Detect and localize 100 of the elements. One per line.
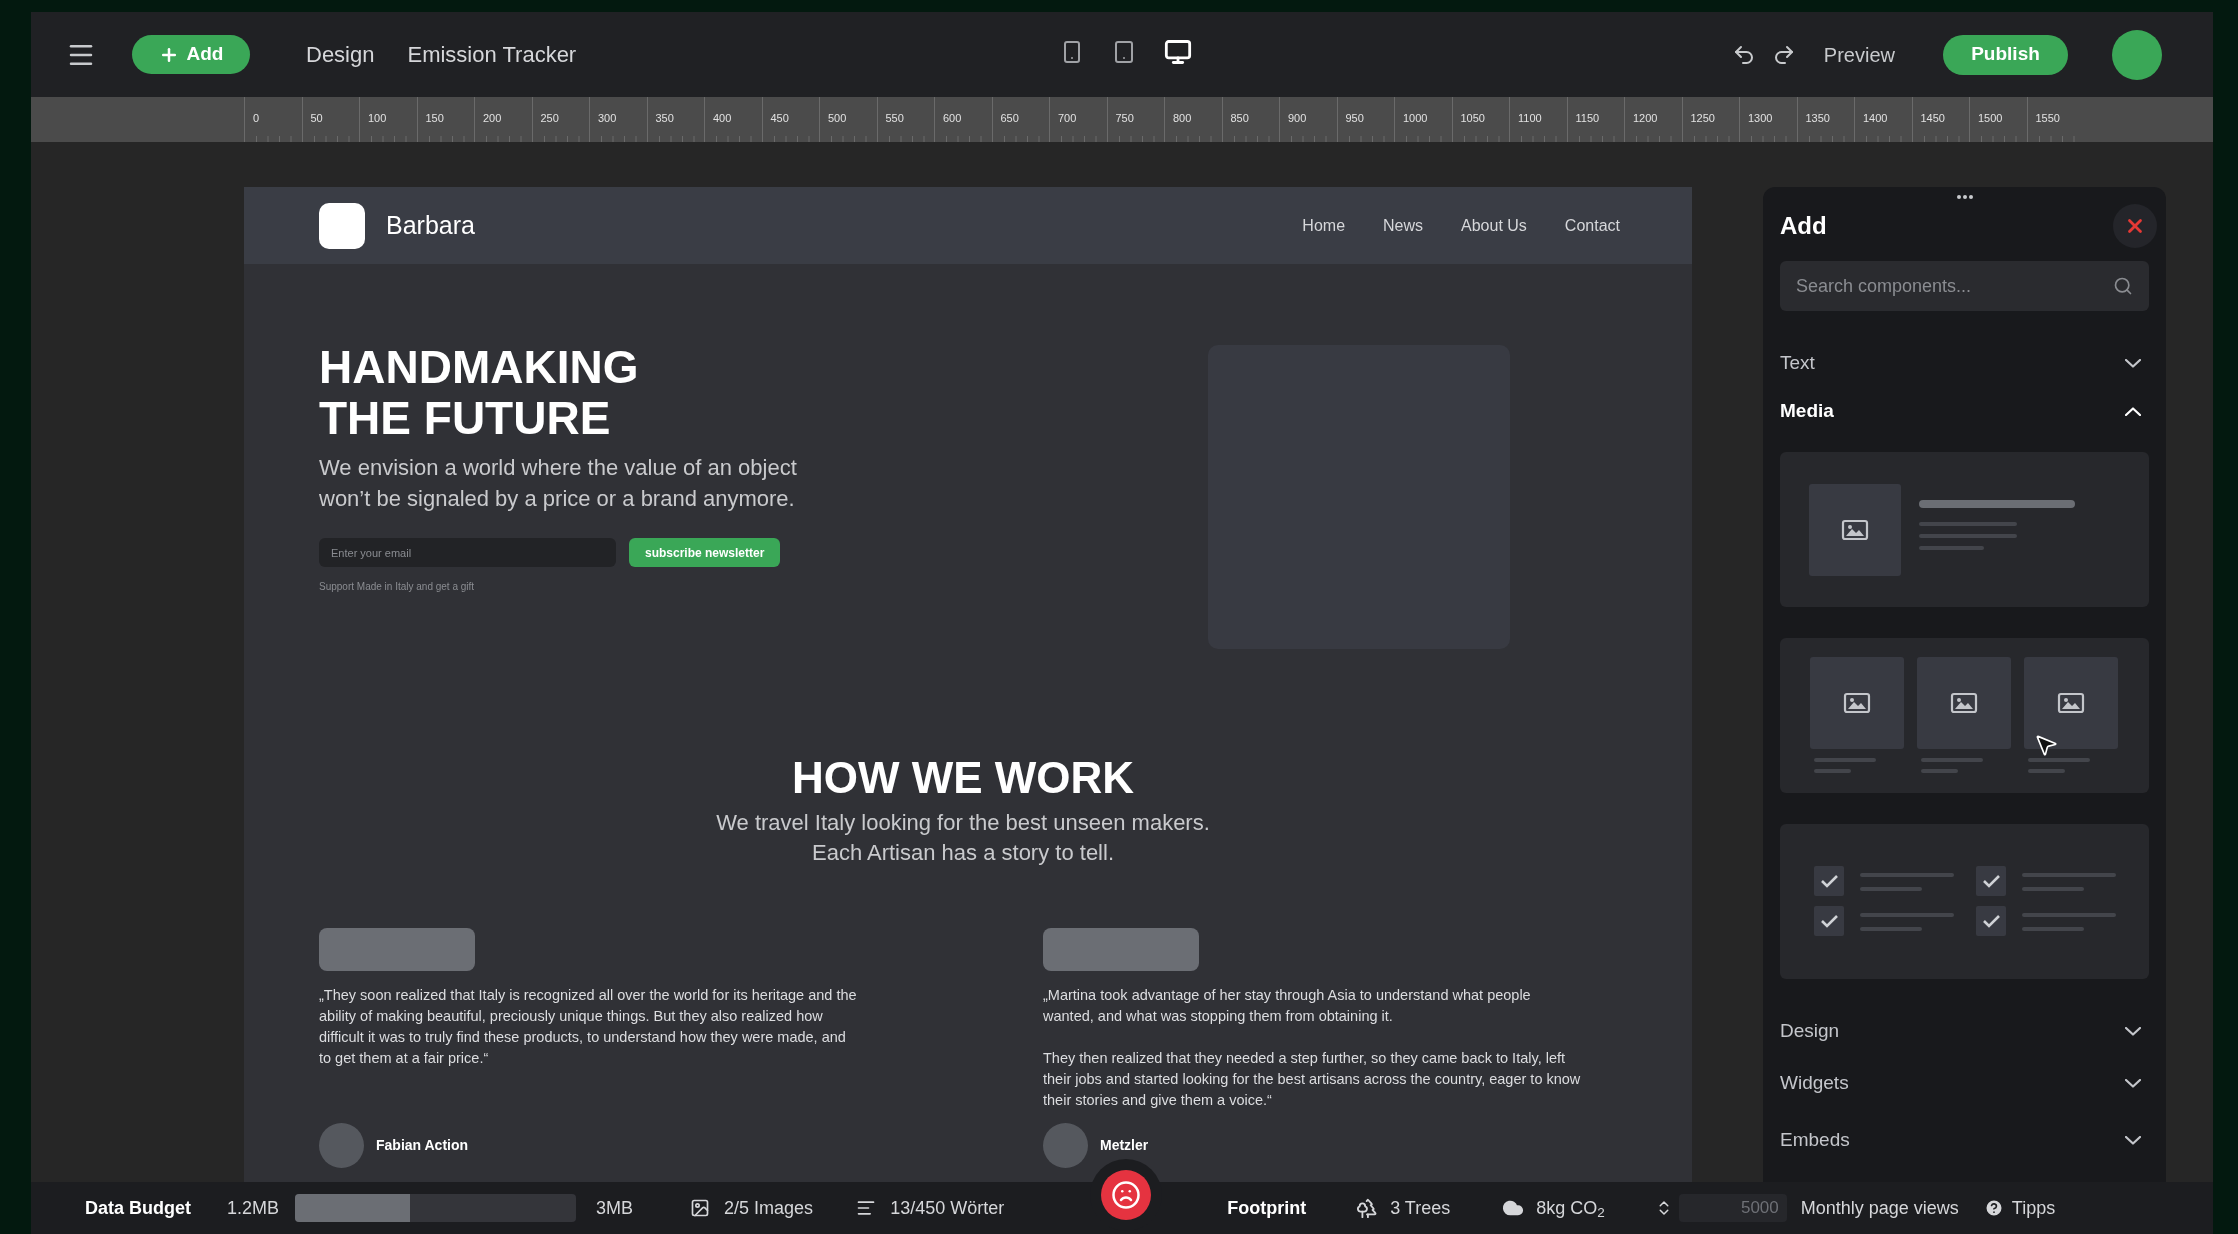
ruler-label: 900 <box>1288 111 1307 126</box>
chevron-down-icon <box>2125 1136 2141 1145</box>
brand-name: Barbara <box>386 209 475 241</box>
ruler-label: 750 <box>1115 111 1134 126</box>
ruler-label: 1250 <box>1690 111 1715 126</box>
section-subtitle: We travel Italy looking for the best unseen makers. Each Artisan has a story to tell. <box>716 809 1210 867</box>
budget-used: 1.2MB <box>227 1196 280 1220</box>
ruler-label: 800 <box>1173 111 1192 126</box>
ruler-label: 300 <box>598 111 617 126</box>
ruler-label: 550 <box>885 111 904 126</box>
trees-icon <box>1356 1197 1379 1219</box>
ruler-label: 1500 <box>1978 111 2003 126</box>
ruler-label: 500 <box>828 111 847 126</box>
ruler-ticks-drawing <box>2038 136 2075 142</box>
search-field[interactable]: Search components... <box>1780 261 2149 311</box>
ruler-label: 1050 <box>1460 111 1485 126</box>
sad-face-button[interactable] <box>1101 1170 1151 1220</box>
ruler-ticks-drawing <box>1866 136 1902 142</box>
ruler-ticks-drawing <box>486 136 522 142</box>
images-count: 2/5 Images <box>724 1196 814 1220</box>
ruler-ticks-drawing <box>888 136 925 142</box>
ruler-ticks-drawing <box>1751 136 1787 142</box>
author-avatar <box>1043 1123 1088 1168</box>
email-field[interactable]: Enter your email <box>319 538 616 567</box>
chevron-up-icon <box>2125 406 2141 416</box>
ruler-label: 0 <box>253 111 260 126</box>
ruler-label: 1100 <box>1518 111 1542 126</box>
ruler-label: 450 <box>770 111 789 126</box>
ruler-label: 850 <box>1230 111 1249 126</box>
ruler-label: 1200 <box>1633 111 1658 126</box>
ruler-ticks-drawing <box>1636 136 1672 142</box>
budget-limit: 3MB <box>596 1196 634 1220</box>
author-name: Metzler <box>1100 1136 1149 1155</box>
category-header[interactable]: Embeds <box>1780 1112 2149 1169</box>
section-title: HOW WE WORK <box>791 754 1135 802</box>
drag-handle-icon[interactable] <box>1956 195 1973 199</box>
nav-link[interactable]: News <box>1383 213 1424 238</box>
logo-icon <box>319 202 365 249</box>
ruler-ticks-drawing <box>831 136 867 142</box>
ruler-ticks-drawing <box>1118 136 1155 142</box>
nav-link[interactable]: Contact <box>1564 213 1620 238</box>
ruler-label: 350 <box>655 111 674 126</box>
preview-button[interactable]: Preview <box>1823 39 1895 70</box>
ruler-ticks-drawing <box>371 136 407 142</box>
tablet-icon <box>1112 40 1136 64</box>
ruler-label: 250 <box>540 111 559 126</box>
ruler-label: 950 <box>1345 111 1364 126</box>
ruler-label: 700 <box>1058 111 1077 126</box>
ruler-ticks-drawing <box>256 136 292 142</box>
user-avatar[interactable] <box>2112 29 2162 80</box>
ruler-ticks-drawing <box>543 136 580 142</box>
chevron-down-icon <box>2125 1079 2141 1088</box>
ruler-ticks-drawing <box>313 136 350 142</box>
ruler-label: 200 <box>483 111 502 126</box>
ruler-ticks-drawing <box>1923 136 1960 142</box>
footprint-label: Footprint <box>1227 1196 1307 1220</box>
hero-subtitle: We envision a world where the value of an object won’t be signaled by a price or a brand anymore. <box>319 454 797 513</box>
ruler-label: 50 <box>310 111 323 126</box>
ruler-label: 400 <box>713 111 732 126</box>
category-header[interactable]: Media <box>1780 387 2149 435</box>
ruler-ticks-drawing <box>1463 136 1500 142</box>
ruler-ticks-drawing <box>658 136 695 142</box>
ruler-label: 1000 <box>1403 111 1428 126</box>
tips-link[interactable]: Tipps <box>2011 1194 2056 1222</box>
ruler-ticks-drawing <box>1061 136 1097 142</box>
category-header[interactable]: Design <box>1780 1007 2149 1055</box>
image-icon <box>690 1198 711 1218</box>
testimonial-quote: They then realized that they needed a step further, so they came back to Italy, left their jobs and started looking for the best artisans across the country, eager to know their stories and give them a voice.“ <box>1043 1049 1582 1110</box>
image-text-layout-card[interactable] <box>1780 452 2149 607</box>
chevron-down-icon <box>2125 1026 2141 1036</box>
ruler-label: 1350 <box>1805 111 1830 126</box>
ruler-label: 1300 <box>1748 111 1773 126</box>
ruler-ticks-drawing <box>1981 136 2017 142</box>
ruler-ticks-drawing <box>773 136 810 142</box>
ruler-ticks-drawing <box>428 136 465 142</box>
category-header[interactable]: Widgets <box>1780 1055 2149 1112</box>
ruler-label: 100 <box>368 111 387 126</box>
trees-count: 3 Trees <box>1390 1196 1451 1220</box>
panel-title: Add <box>1780 211 1827 241</box>
ruler-ticks-drawing <box>1291 136 1327 142</box>
nav-link[interactable]: About Us <box>1461 213 1527 238</box>
testimonial-quote: „Martina took advantage of her stay through Asia to understand what people wanted, and what was stopping them from obtaining it. <box>1043 986 1532 1026</box>
help-icon[interactable] <box>1983 1198 2004 1218</box>
ruler-ticks-drawing <box>1808 136 1845 142</box>
nav-link[interactable]: Home <box>1302 213 1346 238</box>
ruler-label: 1150 <box>1575 111 1600 126</box>
budget-label: Data Budget <box>85 1196 191 1220</box>
co2-amount: 8kg CO$_{2}$ <box>1536 1196 1605 1222</box>
text-lines-icon <box>856 1198 877 1218</box>
close-button[interactable] <box>2113 204 2157 248</box>
ruler-ticks-drawing <box>946 136 982 142</box>
ruler-ticks-drawing <box>1693 136 1730 142</box>
sad-face-icon <box>1111 1180 1141 1210</box>
ruler-ticks-drawing <box>1176 136 1212 142</box>
mode-label[interactable]: Design <box>306 38 375 71</box>
hero-title: HANDMAKING THE FUTURE <box>319 342 639 444</box>
ruler-label: 650 <box>1000 111 1019 126</box>
category-header[interactable]: Text <box>1780 339 2149 387</box>
checklist-layout-card[interactable] <box>1780 824 2149 979</box>
chevron-down-icon <box>2125 358 2141 368</box>
